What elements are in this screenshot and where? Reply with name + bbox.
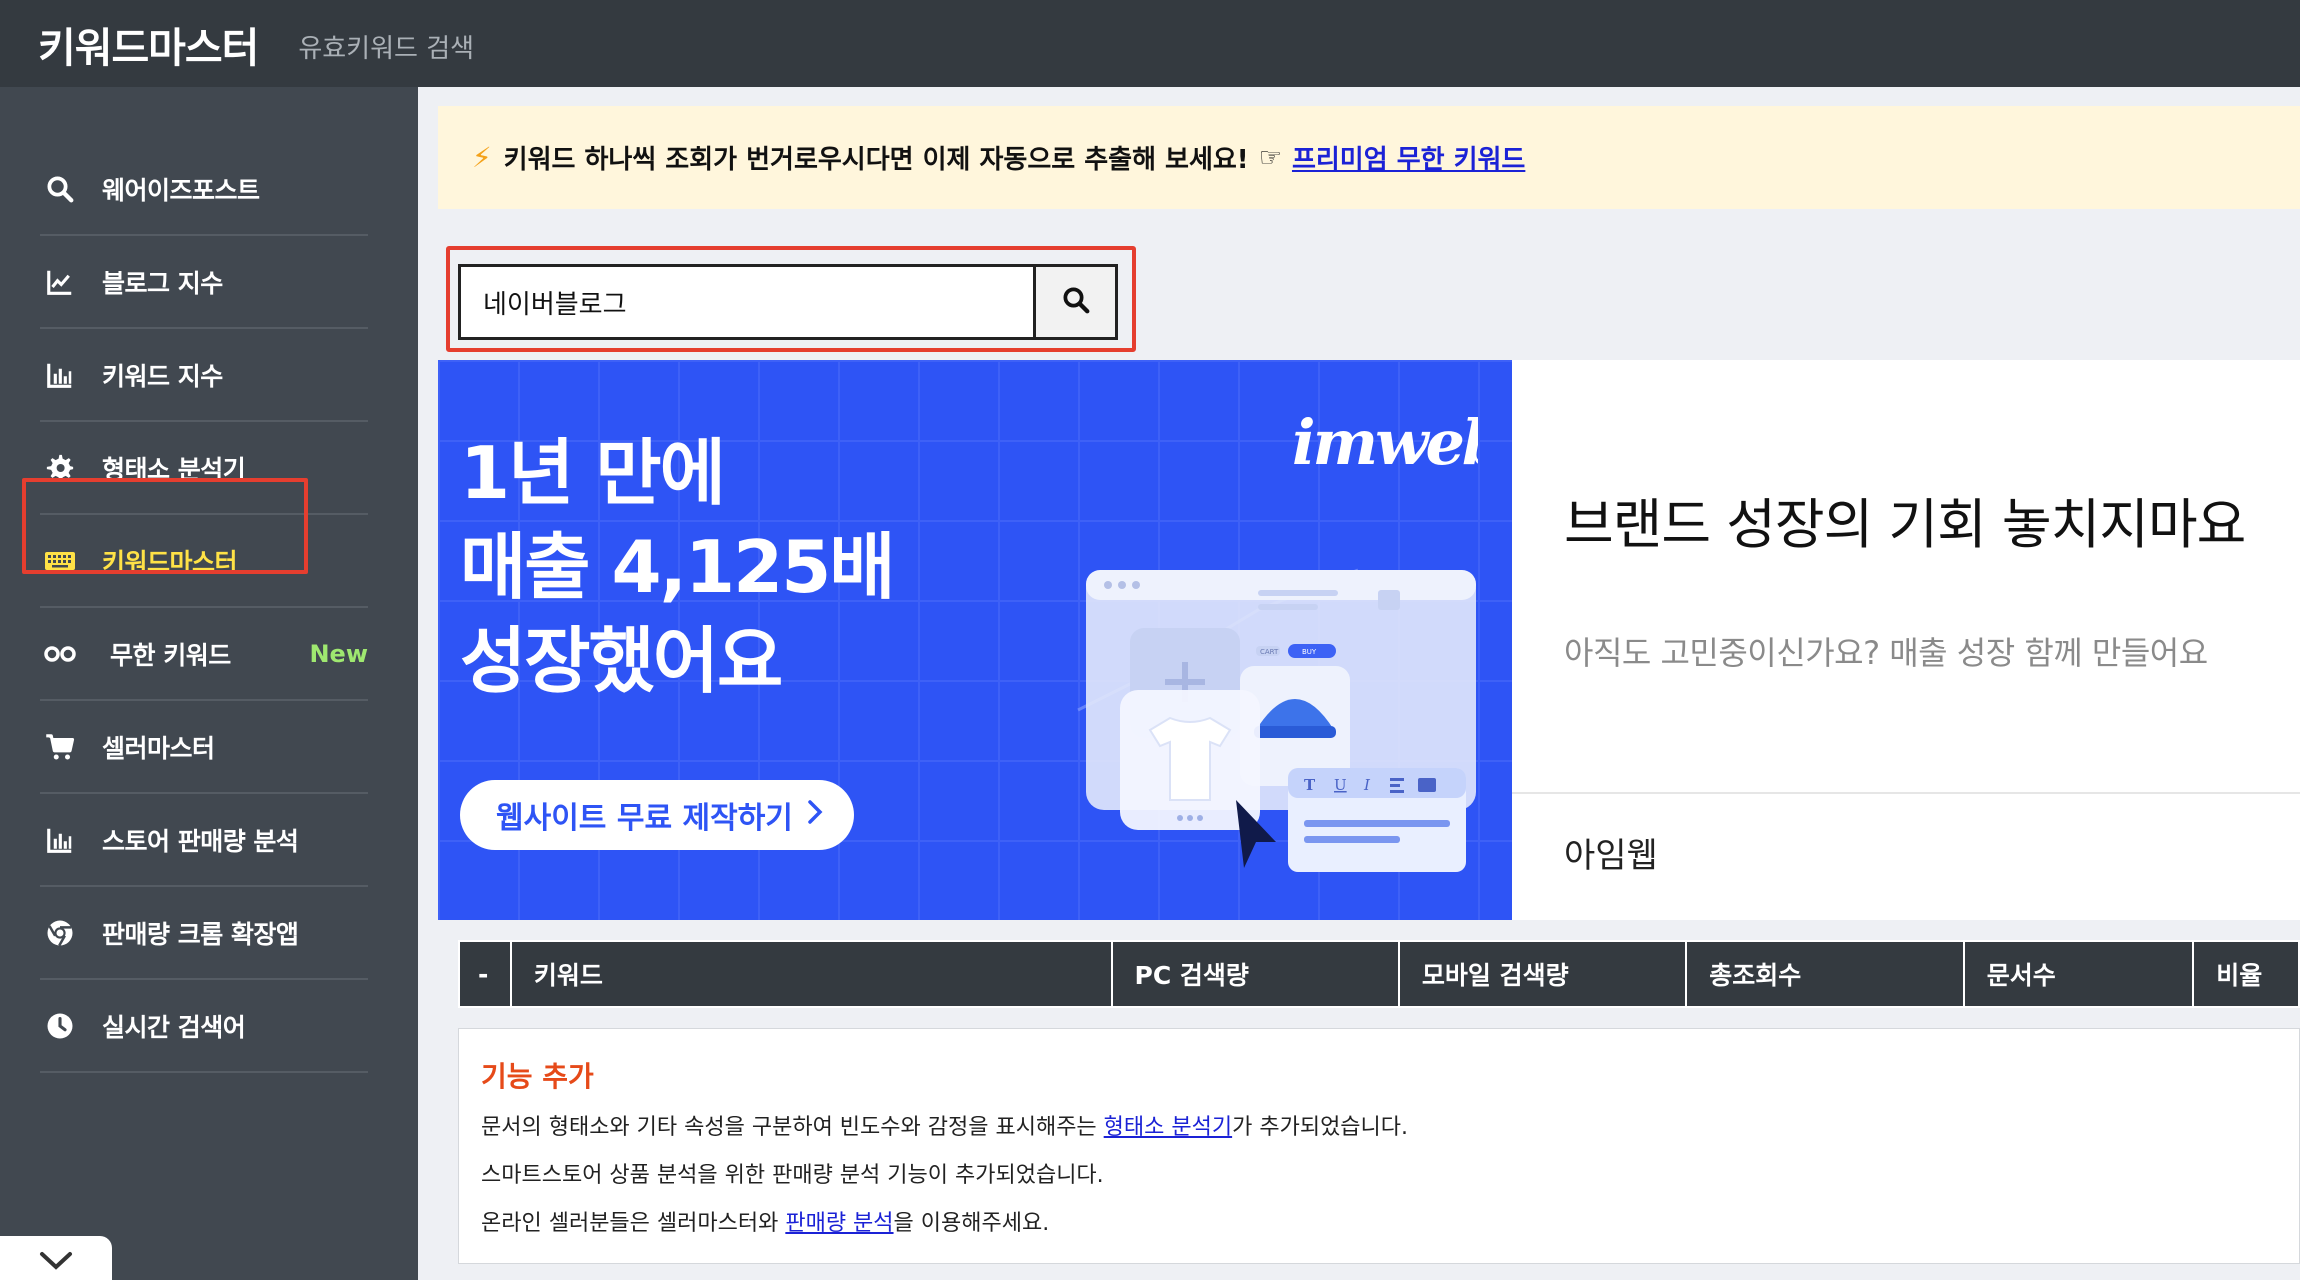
sidebar-item-whereispost[interactable]: 웨어이즈포스트 — [40, 143, 368, 236]
column-header-total-views[interactable]: 총조회수 — [1687, 942, 1965, 1006]
sidebar-item-infinite-keyword[interactable]: 무한 키워드 New — [40, 608, 368, 701]
active-item-highlight — [22, 478, 308, 574]
chevron-down-icon — [38, 1250, 74, 1280]
ad-headline-line: 매출 4,125배 — [460, 525, 896, 609]
svg-text:BUY: BUY — [1302, 648, 1317, 656]
column-header-pc-volume[interactable]: PC 검색량 — [1113, 942, 1400, 1006]
lightning-icon: ⚡ — [472, 141, 492, 174]
ad-cta-button[interactable]: 웹사이트 무료 제작하기 — [460, 780, 854, 850]
ad-description: 아직도 고민중이신가요? 매출 성장 함께 만들어요 — [1564, 634, 2208, 672]
search-icon — [1061, 285, 1091, 319]
imweb-logo: imweb — [1288, 406, 1506, 493]
ad-divider — [1512, 792, 2300, 794]
search-input[interactable] — [461, 267, 1033, 337]
line-text: 문서의 형태소와 기타 속성을 구분하여 빈도수와 감정을 표시해주는 — [481, 1115, 1104, 1140]
morpheme-analyzer-link[interactable]: 형태소 분석기 — [1104, 1115, 1232, 1140]
ad-title[interactable]: 브랜드 성장의 기회 놓치지마요 — [1564, 480, 2246, 559]
sidebar-collapse-button[interactable] — [0, 1236, 112, 1280]
feature-notice-line: 온라인 셀러분들은 셀러마스터와 판매량 분석을 이용해주세요. — [481, 1205, 1049, 1237]
pointing-hand-icon: ☞ — [1258, 142, 1282, 173]
sidebar: 웨어이즈포스트 블로그 지수 키워드 지수 형태소 분석기 키워드마스터 무한 … — [0, 87, 418, 1280]
sales-analysis-link[interactable]: 판매량 분석 — [785, 1211, 893, 1236]
sidebar-item-store-sales[interactable]: 스토어 판매량 분석 — [40, 794, 368, 887]
app-title[interactable]: 키워드마스터 — [38, 14, 259, 74]
imweb-logo-mark: imweb — [1292, 406, 1506, 479]
sidebar-item-keyword-index[interactable]: 키워드 지수 — [40, 329, 368, 422]
sidebar-item-blog-index[interactable]: 블로그 지수 — [40, 236, 368, 329]
line-chart-icon — [40, 262, 80, 302]
sidebar-item-label: 셀러마스터 — [102, 733, 215, 763]
svg-text:T: T — [1304, 776, 1316, 794]
ad-cta-label: 웹사이트 무료 제작하기 — [496, 801, 793, 836]
ad-headline: 1년 만에 매출 4,125배 성장했어요 — [460, 426, 896, 708]
cart-icon — [40, 727, 80, 767]
line-text: 가 추가되었습니다. — [1232, 1115, 1409, 1140]
chrome-icon — [40, 913, 80, 953]
ad-headline-line: 성장했어요 — [460, 619, 783, 703]
sidebar-item-chrome-extension[interactable]: 판매량 크롬 확장앱 — [40, 887, 368, 980]
app-subtitle: 유효키워드 검색 — [298, 34, 475, 64]
feature-notice-title: 기능 추가 — [481, 1060, 594, 1093]
column-header-doc-count[interactable]: 문서수 — [1965, 942, 2195, 1006]
ad-advertiser[interactable]: 아임웹 — [1564, 828, 1658, 877]
keyword-table-header: - 키워드 PC 검색량 모바일 검색량 총조회수 문서수 비율 — [458, 940, 2300, 1008]
ad-image[interactable]: 1년 만에 매출 4,125배 성장했어요 imweb CART BUY — [438, 360, 1512, 920]
column-header-ratio[interactable]: 비율 — [2194, 942, 2298, 1006]
sidebar-item-label: 스토어 판매량 분석 — [102, 826, 299, 856]
sidebar-item-label: 키워드 지수 — [102, 361, 223, 391]
sidebar-item-label: 무한 키워드 — [110, 640, 231, 670]
svg-text:CART: CART — [1260, 648, 1279, 656]
svg-text:imweb: imweb — [1292, 408, 1478, 478]
feature-notice-line: 문서의 형태소와 기타 속성을 구분하여 빈도수와 감정을 표시해주는 형태소 … — [481, 1109, 1408, 1141]
premium-keyword-link[interactable]: 프리미엄 무한 키워드 — [1292, 139, 1525, 176]
top-bar: 키워드마스터 유효키워드 검색 — [0, 0, 2300, 87]
search-box — [458, 264, 1118, 340]
sidebar-item-seller-master[interactable]: 셀러마스터 — [40, 701, 368, 794]
ad-banner[interactable]: 1년 만에 매출 4,125배 성장했어요 imweb CART BUY — [438, 360, 2300, 920]
sidebar-item-label: 실시간 검색어 — [102, 1012, 246, 1042]
search-icon — [40, 169, 80, 209]
line-text: 을 이용해주세요. — [893, 1211, 1050, 1236]
svg-text:U: U — [1334, 776, 1347, 794]
feature-notice-line: 스마트스토어 상품 분석을 위한 판매량 분석 기능이 추가되었습니다. — [481, 1157, 1104, 1189]
clock-icon — [40, 1006, 80, 1046]
chevron-right-icon — [807, 798, 823, 833]
new-badge: New — [309, 639, 368, 668]
ad-headline-line: 1년 만에 — [460, 431, 726, 515]
infinity-icon — [40, 634, 80, 674]
bar-chart-icon — [40, 355, 80, 395]
bar-chart-icon — [40, 820, 80, 860]
column-header-keyword[interactable]: 키워드 — [512, 942, 1113, 1006]
search-button[interactable] — [1033, 267, 1115, 337]
line-text: 온라인 셀러분들은 셀러마스터와 — [481, 1211, 786, 1236]
notice-banner: ⚡ 키워드 하나씩 조회가 번거로우시다면 이제 자동으로 추출해 보세요! ☞… — [438, 106, 2300, 209]
feature-notice-box: 기능 추가 문서의 형태소와 기타 속성을 구분하여 빈도수와 감정을 표시해주… — [458, 1028, 2300, 1264]
sidebar-item-realtime-search[interactable]: 실시간 검색어 — [40, 980, 368, 1073]
column-header-mobile-volume[interactable]: 모바일 검색량 — [1400, 942, 1688, 1006]
sidebar-item-label: 판매량 크롬 확장앱 — [102, 919, 299, 949]
sidebar-item-label: 블로그 지수 — [102, 268, 223, 298]
svg-text:I: I — [1363, 776, 1371, 794]
ad-illustration: CART BUY T U I — [998, 550, 1478, 890]
column-header-select[interactable]: - — [460, 942, 512, 1006]
notice-text: 키워드 하나씩 조회가 번거로우시다면 이제 자동으로 추출해 보세요! — [503, 145, 1249, 175]
sidebar-item-label: 웨어이즈포스트 — [102, 175, 260, 205]
line-text: 스마트스토어 상품 분석을 위한 판매량 분석 기능이 추가되었습니다. — [481, 1163, 1104, 1188]
